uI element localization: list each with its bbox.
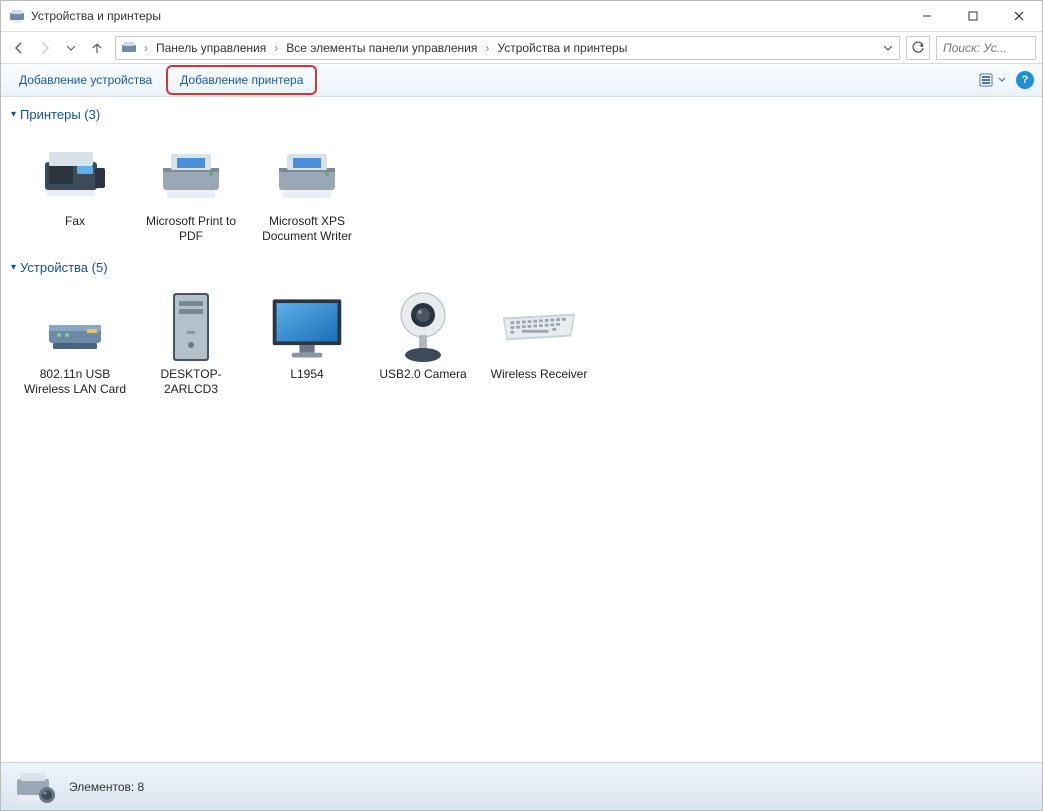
- recent-locations-button[interactable]: [59, 36, 83, 60]
- breadcrumb-separator: ›: [270, 41, 282, 55]
- breadcrumb-item[interactable]: Устройства и принтеры: [493, 39, 631, 57]
- location-icon: [120, 39, 138, 57]
- device-item-monitor[interactable]: L1954: [249, 285, 365, 403]
- device-label: USB2.0 Camera: [379, 367, 466, 382]
- window-title: Устройства и принтеры: [31, 9, 904, 23]
- minimize-button[interactable]: [904, 1, 950, 31]
- address-dropdown-icon[interactable]: [883, 43, 897, 53]
- chevron-down-icon: ▾: [11, 262, 16, 273]
- device-item-webcam[interactable]: USB2.0 Camera: [365, 285, 481, 403]
- refresh-button[interactable]: [906, 36, 930, 60]
- breadcrumb-separator: ›: [140, 41, 152, 55]
- device-item-wireless-receiver[interactable]: Wireless Receiver: [481, 285, 597, 403]
- toolbar: Добавление устройства Добавление принтер…: [1, 63, 1042, 97]
- back-button[interactable]: [7, 36, 31, 60]
- group-title: Принтеры (3): [20, 107, 100, 122]
- network-card-icon: [35, 291, 115, 363]
- maximize-button[interactable]: [950, 1, 996, 31]
- fax-icon: [35, 138, 115, 210]
- device-label: Microsoft Print to PDF: [135, 214, 247, 244]
- view-options-button[interactable]: [979, 73, 1006, 87]
- devices-grid: 802.11n USB Wireless LAN Card DESKTOP-2A…: [1, 279, 1042, 409]
- group-title: Устройства (5): [20, 260, 108, 275]
- device-label: Microsoft XPS Document Writer: [251, 214, 363, 244]
- device-item-print-to-pdf[interactable]: Microsoft Print to PDF: [133, 132, 249, 250]
- close-button[interactable]: [996, 1, 1042, 31]
- up-button[interactable]: [85, 36, 109, 60]
- forward-button[interactable]: [33, 36, 57, 60]
- pc-tower-icon: [151, 291, 231, 363]
- content-area: ▾ Принтеры (3) Fax Microsoft Print to PD…: [1, 97, 1042, 762]
- help-button[interactable]: ?: [1016, 71, 1034, 89]
- device-label: DESKTOP-2ARLCD3: [135, 367, 247, 397]
- navbar: › Панель управления › Все элементы панел…: [1, 31, 1042, 63]
- webcam-icon: [383, 291, 463, 363]
- add-device-button[interactable]: Добавление устройства: [9, 69, 162, 91]
- status-text: Элементов: 8: [69, 780, 144, 794]
- device-label: Wireless Receiver: [491, 367, 588, 382]
- keyboard-icon: [499, 291, 579, 363]
- window-controls: [904, 1, 1042, 31]
- device-item-wifi-card[interactable]: 802.11n USB Wireless LAN Card: [17, 285, 133, 403]
- app-icon: [9, 8, 25, 24]
- device-item-desktop[interactable]: DESKTOP-2ARLCD3: [133, 285, 249, 403]
- group-header-devices[interactable]: ▾ Устройства (5): [1, 256, 1042, 279]
- breadcrumb-item[interactable]: Все элементы панели управления: [282, 39, 481, 57]
- device-item-xps-writer[interactable]: Microsoft XPS Document Writer: [249, 132, 365, 250]
- titlebar: Устройства и принтеры: [1, 1, 1042, 31]
- group-header-printers[interactable]: ▾ Принтеры (3): [1, 103, 1042, 126]
- breadcrumb-item[interactable]: Панель управления: [152, 39, 270, 57]
- search-input[interactable]: [936, 36, 1036, 60]
- monitor-icon: [267, 291, 347, 363]
- printers-grid: Fax Microsoft Print to PDF Microsoft XPS…: [1, 126, 1042, 256]
- address-bar[interactable]: › Панель управления › Все элементы панел…: [115, 36, 900, 60]
- statusbar: Элементов: 8: [1, 762, 1042, 810]
- device-item-fax[interactable]: Fax: [17, 132, 133, 250]
- device-label: Fax: [65, 214, 85, 229]
- device-label: L1954: [290, 367, 323, 382]
- breadcrumb-separator: ›: [481, 41, 493, 55]
- status-icon: [13, 769, 57, 805]
- device-label: 802.11n USB Wireless LAN Card: [19, 367, 131, 397]
- add-printer-button[interactable]: Добавление принтера: [166, 65, 317, 95]
- chevron-down-icon: [998, 76, 1006, 84]
- chevron-down-icon: ▾: [11, 109, 16, 120]
- printer-icon: [267, 138, 347, 210]
- printer-icon: [151, 138, 231, 210]
